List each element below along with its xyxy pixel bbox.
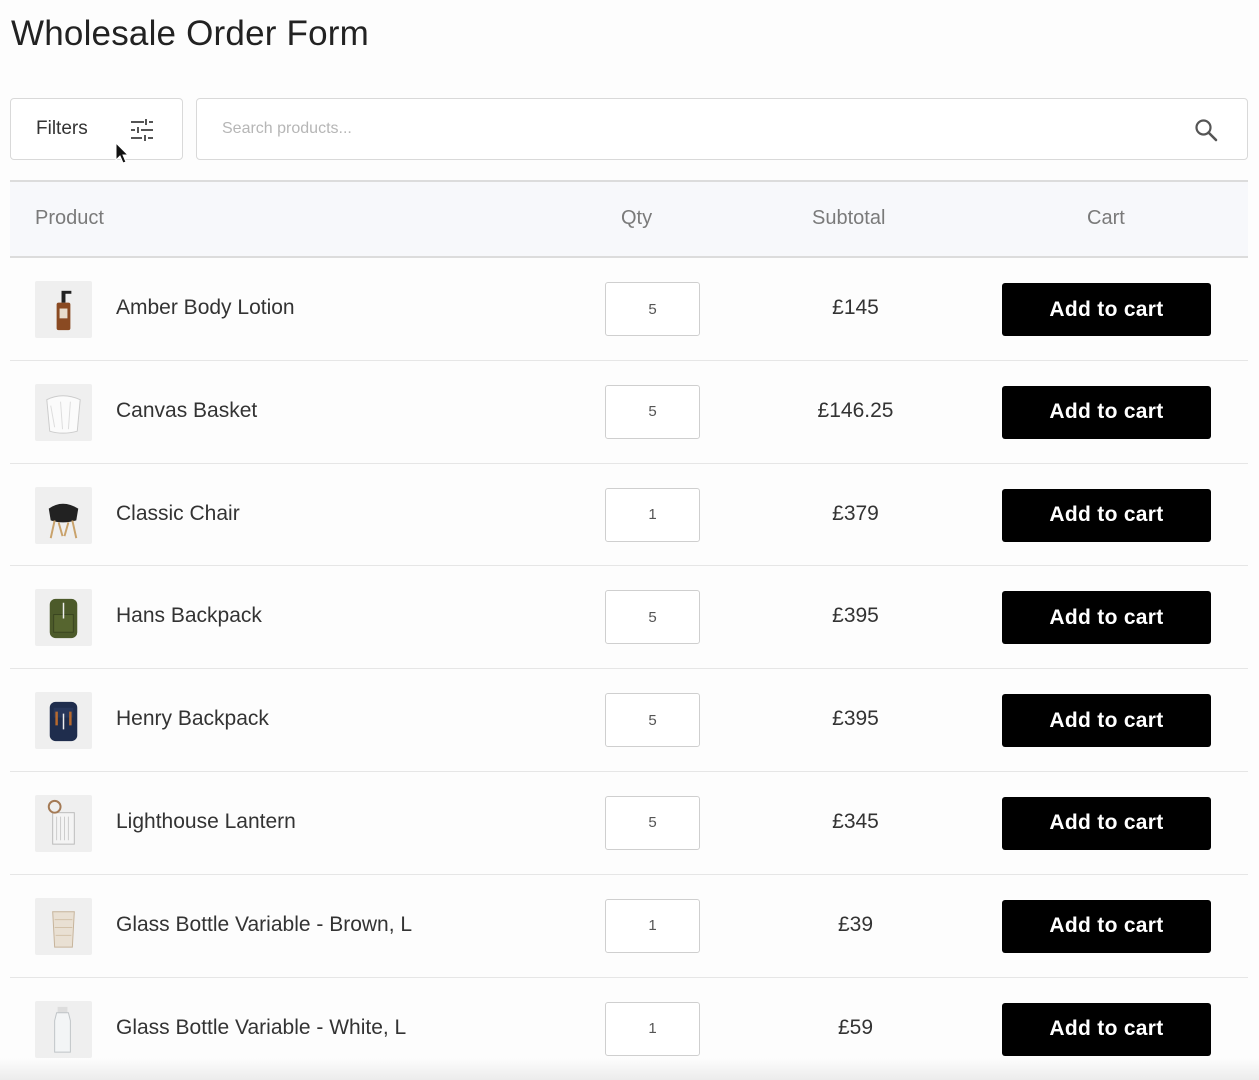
- product-name[interactable]: Glass Bottle Variable - White, L: [116, 1016, 406, 1040]
- product-name[interactable]: Classic Chair: [116, 502, 240, 526]
- add-to-cart-button[interactable]: Add to cart: [1002, 591, 1211, 645]
- table-row: Henry Backpack £395 Add to cart: [10, 669, 1248, 772]
- add-to-cart-button[interactable]: Add to cart: [1002, 899, 1211, 953]
- add-to-cart-button[interactable]: Add to cart: [1002, 488, 1211, 542]
- quantity-input[interactable]: [605, 384, 700, 439]
- column-header-qty: Qty: [621, 207, 653, 229]
- product-name[interactable]: Glass Bottle Variable - Brown, L: [116, 913, 412, 937]
- order-table: Product Qty Subtotal Cart Amber Body Lot…: [10, 180, 1248, 1080]
- subtotal-value: £59: [837, 1015, 874, 1039]
- chair-icon[interactable]: [35, 486, 92, 544]
- search-box: [196, 98, 1248, 160]
- table-body: Amber Body Lotion £145 Add to cart Canva…: [10, 258, 1248, 1080]
- subtotal-value: £345: [832, 809, 879, 833]
- basket-icon[interactable]: [35, 383, 92, 441]
- clear-bottle-icon[interactable]: [35, 1000, 92, 1058]
- page-title: Wholesale Order Form: [11, 14, 369, 53]
- product-name[interactable]: Hans Backpack: [116, 604, 262, 628]
- subtotal-value: £395: [832, 707, 879, 731]
- table-header: Product Qty Subtotal Cart: [10, 180, 1248, 258]
- column-header-product: Product: [35, 207, 104, 229]
- lantern-icon[interactable]: [35, 794, 92, 852]
- column-header-cart: Cart: [1087, 207, 1125, 229]
- search-input[interactable]: [222, 113, 1162, 145]
- add-to-cart-button[interactable]: Add to cart: [1002, 1002, 1211, 1056]
- add-to-cart-button[interactable]: Add to cart: [1002, 385, 1211, 439]
- navy-backpack-icon[interactable]: [35, 692, 92, 750]
- filters-label: Filters: [36, 118, 88, 139]
- subtotal-value: £146.25: [817, 398, 894, 422]
- table-row: Canvas Basket £146.25 Add to cart: [10, 361, 1248, 464]
- quantity-input[interactable]: [605, 487, 700, 542]
- quantity-input[interactable]: [605, 795, 700, 850]
- quantity-input[interactable]: [605, 693, 700, 748]
- subtotal-value: £395: [832, 604, 879, 628]
- quantity-input[interactable]: [605, 898, 700, 953]
- table-row: Hans Backpack £395 Add to cart: [10, 566, 1248, 670]
- subtotal-value: £379: [832, 501, 879, 525]
- mouse-cursor-icon: [115, 142, 130, 164]
- add-to-cart-button[interactable]: Add to cart: [1002, 694, 1211, 748]
- table-row: Glass Bottle Variable - Brown, L £39 Add…: [10, 875, 1248, 978]
- table-row: Classic Chair £379 Add to cart: [10, 464, 1248, 567]
- quantity-input[interactable]: [605, 282, 700, 336]
- product-name[interactable]: Henry Backpack: [116, 707, 269, 731]
- table-row: Lighthouse Lantern £345 Add to cart: [10, 772, 1248, 875]
- add-to-cart-button[interactable]: Add to cart: [1002, 796, 1211, 850]
- brown-glass-icon[interactable]: [35, 897, 92, 955]
- product-name[interactable]: Canvas Basket: [116, 399, 257, 423]
- table-row: Amber Body Lotion £145 Add to cart: [10, 258, 1248, 361]
- filters-button[interactable]: Filters: [10, 98, 183, 160]
- subtotal-value: £39: [837, 912, 874, 936]
- subtotal-value: £145: [832, 296, 879, 319]
- lotion-bottle-icon[interactable]: [35, 281, 92, 338]
- scroll-edge: [0, 1058, 1259, 1080]
- search-icon[interactable]: [1193, 117, 1219, 143]
- product-name[interactable]: Lighthouse Lantern: [116, 810, 296, 834]
- quantity-input[interactable]: [605, 590, 700, 645]
- product-name[interactable]: Amber Body Lotion: [116, 296, 295, 320]
- sliders-icon: [131, 119, 153, 141]
- column-header-subtotal: Subtotal: [812, 207, 886, 229]
- add-to-cart-button[interactable]: Add to cart: [1002, 283, 1211, 336]
- quantity-input[interactable]: [605, 1001, 700, 1056]
- green-backpack-icon[interactable]: [35, 589, 92, 647]
